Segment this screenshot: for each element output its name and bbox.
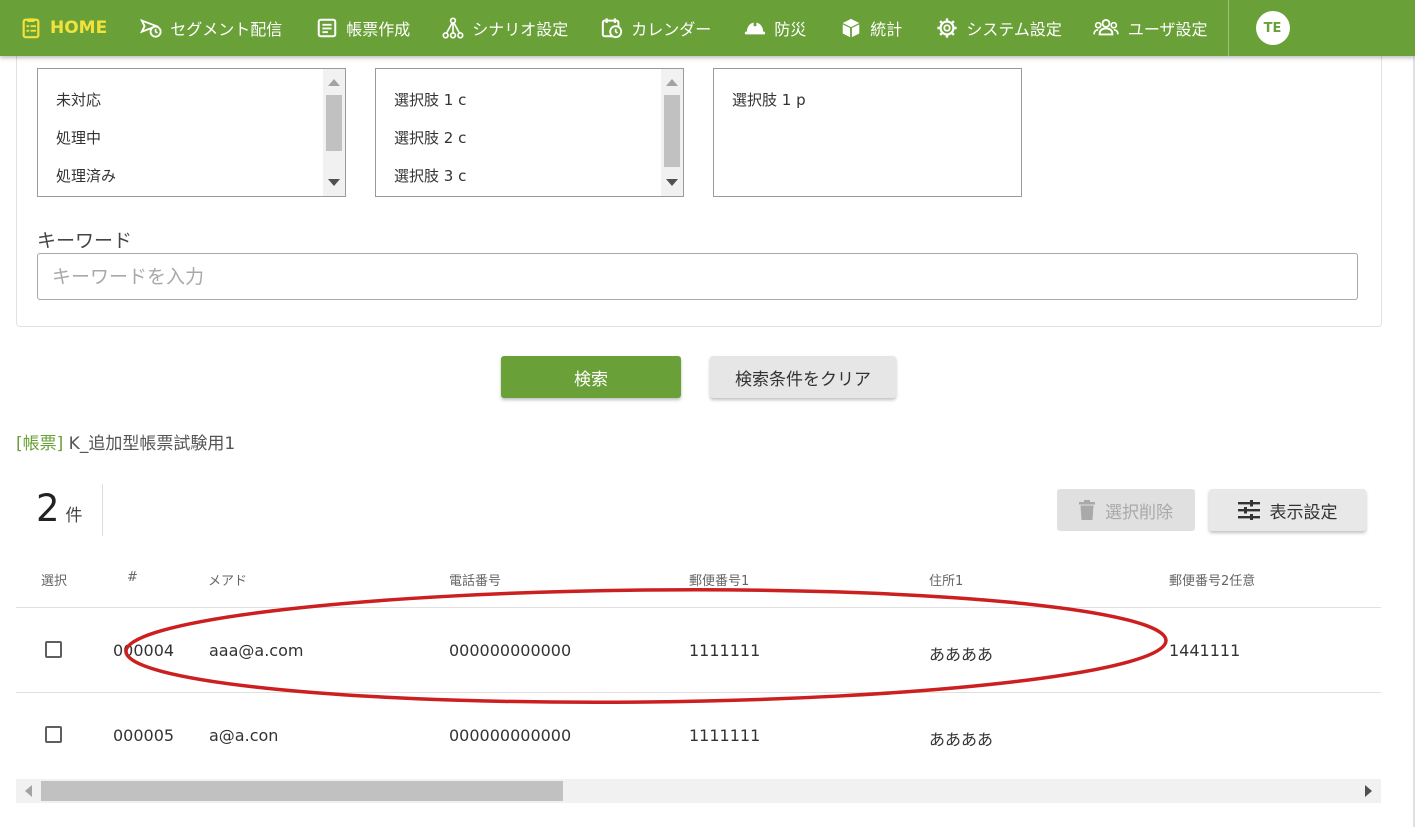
- nav-disaster-prevention[interactable]: 防災: [744, 0, 806, 56]
- choice-c-option[interactable]: 選択肢 2 c: [394, 127, 466, 148]
- nav-form-create-label: 帳票作成: [346, 20, 411, 39]
- nav-user-settings-label: ユーザ設定: [1127, 20, 1208, 39]
- trash-icon: [1079, 500, 1095, 520]
- nav-disaster-prevention-label: 防災: [774, 20, 807, 39]
- choice-c-option[interactable]: 選択肢 3 c: [394, 165, 466, 186]
- choice-p-option[interactable]: 選択肢 1 p: [732, 89, 806, 110]
- form-title: [帳票] K_追加型帳票試験用1: [16, 429, 235, 454]
- cell-address1: ああああ: [929, 645, 994, 664]
- cell-phone: 000000000000: [449, 641, 572, 660]
- cell-email: a@a.con: [209, 726, 279, 745]
- row-select-checkbox[interactable]: [45, 726, 62, 743]
- status-option[interactable]: 処理済み: [56, 165, 116, 186]
- column-header-email[interactable]: メアド: [208, 570, 247, 589]
- keyword-input[interactable]: [37, 253, 1358, 300]
- users-icon: [1093, 19, 1119, 36]
- clear-conditions-button[interactable]: 検索条件をクリア: [710, 356, 896, 398]
- document-icon: [317, 18, 337, 38]
- result-count: 2 件: [36, 487, 83, 530]
- send-clock-icon: [140, 19, 162, 38]
- column-header-address1[interactable]: 住所1: [929, 570, 963, 589]
- nav-scenario-settings[interactable]: シナリオ設定: [442, 0, 568, 56]
- column-header-zip2-optional[interactable]: 郵便番号2任意: [1169, 570, 1255, 589]
- cell-zip2: 1441111: [1169, 641, 1241, 660]
- scroll-left-arrow-icon[interactable]: [25, 785, 32, 797]
- helmet-icon: [745, 20, 766, 35]
- row-select-checkbox[interactable]: [45, 641, 62, 658]
- cell-email: aaa@a.com: [209, 641, 304, 660]
- cell-id[interactable]: 000004: [113, 641, 174, 660]
- tune-sliders-icon: [1237, 500, 1260, 520]
- column-header-number[interactable]: #: [127, 570, 138, 585]
- nav-calendar-label: カレンダー: [631, 20, 712, 39]
- nav-statistics-label: 統計: [870, 20, 903, 39]
- nav-home-label: HOME: [50, 18, 108, 38]
- column-header-zip1[interactable]: 郵便番号1: [689, 570, 749, 589]
- scrollbar-thumb[interactable]: [41, 781, 563, 801]
- scenario-tree-icon: [442, 17, 464, 39]
- nav-calendar[interactable]: カレンダー: [601, 0, 711, 56]
- scrollbar-thumb[interactable]: [664, 95, 680, 167]
- scrollbar-thumb[interactable]: [326, 95, 342, 151]
- choice-c-listbox-scrollbar[interactable]: [661, 69, 683, 196]
- table-divider: [16, 607, 1381, 608]
- scroll-down-arrow-icon[interactable]: [328, 179, 340, 186]
- nav-home[interactable]: HOME: [20, 0, 107, 56]
- column-header-select: 選択: [41, 574, 68, 589]
- display-settings-button[interactable]: 表示設定: [1209, 489, 1366, 531]
- table-horizontal-scrollbar[interactable]: [16, 779, 1381, 803]
- nav-system-settings-label: システム設定: [966, 20, 1062, 39]
- nav-user-settings[interactable]: ユーザ設定: [1092, 0, 1208, 56]
- status-option[interactable]: 処理中: [56, 127, 101, 148]
- scroll-up-arrow-icon[interactable]: [666, 79, 678, 86]
- calendar-clock-icon: [602, 18, 623, 39]
- column-header-phone[interactable]: 電話番号: [449, 570, 501, 589]
- nav-form-create[interactable]: 帳票作成: [316, 0, 410, 56]
- choice-p-listbox[interactable]: 選択肢 1 p: [713, 68, 1022, 197]
- scroll-right-arrow-icon[interactable]: [1365, 785, 1372, 797]
- nav-separator: [1227, 0, 1229, 56]
- cell-zip1: 1111111: [689, 726, 761, 745]
- user-avatar[interactable]: TE: [1255, 11, 1290, 45]
- status-listbox-scrollbar[interactable]: [323, 69, 345, 196]
- nav-segment-delivery[interactable]: セグメント配信: [140, 0, 282, 56]
- search-button[interactable]: 検索: [501, 356, 681, 398]
- nav-statistics[interactable]: 統計: [840, 0, 902, 56]
- result-count-unit: 件: [65, 506, 83, 526]
- nav-segment-delivery-label: セグメント配信: [170, 20, 283, 39]
- display-settings-label: 表示設定: [1269, 502, 1338, 523]
- form-tag: [帳票]: [16, 434, 64, 454]
- scroll-up-arrow-icon[interactable]: [328, 79, 340, 86]
- cell-phone: 000000000000: [449, 726, 572, 745]
- choice-c-option[interactable]: 選択肢 1 c: [394, 89, 466, 110]
- scroll-down-arrow-icon[interactable]: [666, 179, 678, 186]
- nav-system-settings[interactable]: システム設定: [936, 0, 1062, 56]
- form-name: K_追加型帳票試験用1: [68, 434, 236, 454]
- top-navbar: HOME セグメント配信 帳票作成 シナリオ設定 カレンダー 防災 統計 システ…: [0, 0, 1415, 56]
- cell-zip1: 1111111: [689, 641, 761, 660]
- choice-c-listbox[interactable]: 選択肢 1 c 選択肢 2 c 選択肢 3 c: [375, 68, 684, 197]
- status-listbox[interactable]: 未対応 処理中 処理済み: [37, 68, 346, 197]
- result-count-number: 2: [36, 487, 60, 530]
- nav-scenario-settings-label: シナリオ設定: [472, 20, 569, 39]
- status-option[interactable]: 未対応: [56, 89, 101, 110]
- count-divider: [102, 484, 103, 536]
- delete-selected-label: 選択削除: [1105, 502, 1173, 523]
- table-divider: [16, 692, 1381, 693]
- cell-id[interactable]: 000005: [113, 726, 174, 745]
- delete-selected-button: 選択削除: [1057, 489, 1195, 531]
- cell-address1: ああああ: [929, 730, 994, 749]
- box-icon: [843, 18, 860, 38]
- clipboard-icon: [22, 18, 40, 39]
- keyword-label: キーワード: [37, 230, 133, 252]
- gear-icon: [937, 18, 957, 38]
